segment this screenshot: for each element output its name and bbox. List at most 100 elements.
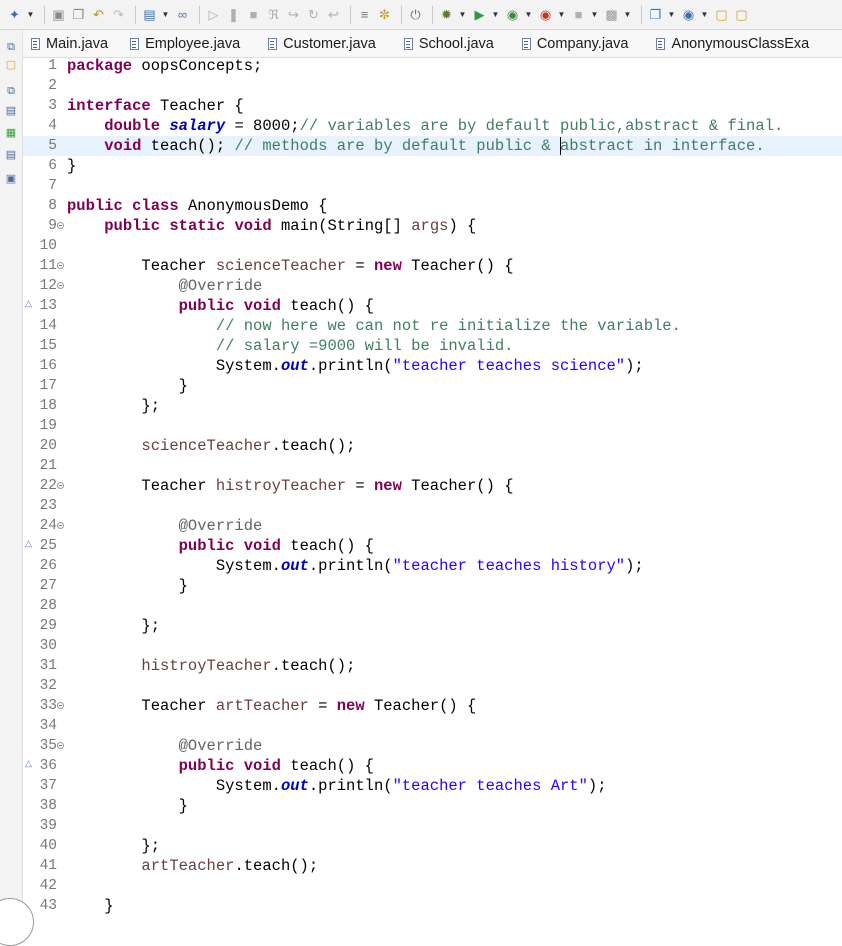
fold-toggle-icon[interactable] bbox=[57, 262, 64, 269]
code-line[interactable]: 43 } bbox=[23, 896, 842, 916]
tab-school-java[interactable]: School.java bbox=[390, 30, 508, 57]
debug-icon[interactable]: ✹ bbox=[438, 6, 455, 23]
tab-company-java[interactable]: Company.java bbox=[508, 30, 643, 57]
code-line[interactable]: 24 @Override bbox=[23, 516, 842, 536]
problems-icon[interactable]: ▤ bbox=[4, 148, 18, 162]
sts-icon[interactable]: ◉ bbox=[680, 6, 697, 23]
stop-icon[interactable]: ■ bbox=[570, 6, 587, 23]
code-line[interactable]: 35 @Override bbox=[23, 736, 842, 756]
code-line[interactable]: 11 Teacher scienceTeacher = new Teacher(… bbox=[23, 256, 842, 276]
run-icon[interactable]: ▶ bbox=[471, 6, 488, 23]
link-icon[interactable]: ∞ bbox=[174, 6, 191, 23]
code-line[interactable]: 21 bbox=[23, 456, 842, 476]
code-line[interactable]: 4 double salary = 8000;// variables are … bbox=[23, 116, 842, 136]
code-line[interactable]: 37 System.out.println("teacher teaches A… bbox=[23, 776, 842, 796]
code-editor[interactable]: 1 package oopsConcepts; 2 3 interface Teache… bbox=[23, 58, 842, 921]
step-return-icon[interactable]: ↩ bbox=[325, 6, 342, 23]
code-line[interactable]: 12 @Override bbox=[23, 276, 842, 296]
code-line[interactable]: 36 △ public void teach() { bbox=[23, 756, 842, 776]
open-type-icon[interactable]: ▢ bbox=[733, 6, 750, 23]
outline-icon[interactable]: ▤ bbox=[4, 104, 18, 118]
fold-toggle-icon[interactable] bbox=[57, 522, 64, 529]
suspend-icon[interactable]: ❚ bbox=[225, 6, 242, 23]
undo-icon[interactable]: ↶ bbox=[90, 6, 107, 23]
code-line[interactable]: 33 Teacher artTeacher = new Teacher() { bbox=[23, 696, 842, 716]
fold-toggle-icon[interactable] bbox=[57, 742, 64, 749]
code-line[interactable]: 8 public class AnonymousDemo { bbox=[23, 196, 842, 216]
fold-toggle-icon[interactable] bbox=[57, 282, 64, 289]
external-tools-dropdown-icon[interactable]: ▼ bbox=[557, 6, 566, 23]
resume-icon[interactable]: ▷ bbox=[205, 6, 222, 23]
code-line[interactable]: 3 interface Teacher { bbox=[23, 96, 842, 116]
tab-anonymousclassexa[interactable]: AnonymousClassExa bbox=[642, 30, 823, 57]
tab-main-java[interactable]: Main.java bbox=[23, 30, 116, 57]
package-explorer-icon[interactable]: ▢ bbox=[4, 58, 18, 72]
build-dropdown-icon[interactable]: ▼ bbox=[623, 6, 632, 23]
task-list-icon[interactable]: ▦ bbox=[4, 126, 18, 140]
code-line[interactable]: 17 } bbox=[23, 376, 842, 396]
code-line[interactable]: 5 void teach(); // methods are by defaul… bbox=[23, 136, 842, 156]
restore-icon[interactable]: ⧉ bbox=[4, 40, 18, 54]
use-step-filters-icon[interactable]: ≡ bbox=[356, 6, 373, 23]
console-icon[interactable]: ▤ bbox=[141, 6, 158, 23]
stop-dropdown-icon[interactable]: ▼ bbox=[590, 6, 599, 23]
code-line[interactable]: 18 }; bbox=[23, 396, 842, 416]
redo-icon[interactable]: ↷ bbox=[110, 6, 127, 23]
new-server-dropdown-icon[interactable]: ▼ bbox=[667, 6, 676, 23]
code-line[interactable]: 9 public static void main(String[] args)… bbox=[23, 216, 842, 236]
open-folder-icon[interactable]: ▢ bbox=[713, 6, 730, 23]
code-line[interactable]: 1 package oopsConcepts; bbox=[23, 58, 842, 76]
code-line[interactable]: 13 △ public void teach() { bbox=[23, 296, 842, 316]
console-view-icon[interactable]: ▣ bbox=[4, 172, 18, 186]
new-icon[interactable]: ✦ bbox=[6, 6, 23, 23]
code-line[interactable]: 34 bbox=[23, 716, 842, 736]
code-line[interactable]: 41 artTeacher.teach(); bbox=[23, 856, 842, 876]
external-tools-icon[interactable]: ◉ bbox=[537, 6, 554, 23]
code-line[interactable]: 42 bbox=[23, 876, 842, 896]
code-line[interactable]: 19 bbox=[23, 416, 842, 436]
skip-breakpoints-icon[interactable]: ✼ bbox=[376, 6, 393, 23]
code-line[interactable]: 22 Teacher histroyTeacher = new Teacher(… bbox=[23, 476, 842, 496]
save-all-icon[interactable]: ❐ bbox=[70, 6, 87, 23]
console-dropdown-icon[interactable]: ▼ bbox=[161, 6, 170, 23]
debug-dropdown-icon[interactable]: ▼ bbox=[458, 6, 467, 23]
sts-dropdown-icon[interactable]: ▼ bbox=[700, 6, 709, 23]
code-line[interactable]: 25 △ public void teach() { bbox=[23, 536, 842, 556]
code-line[interactable]: 27 } bbox=[23, 576, 842, 596]
tab-customer-java[interactable]: Customer.java bbox=[254, 30, 390, 57]
disconnect-icon[interactable]: ℜ bbox=[265, 6, 282, 23]
step-into-icon[interactable]: ↪ bbox=[285, 6, 302, 23]
code-line[interactable]: 29 }; bbox=[23, 616, 842, 636]
fold-toggle-icon[interactable] bbox=[57, 482, 64, 489]
code-line[interactable]: 31 histroyTeacher.teach(); bbox=[23, 656, 842, 676]
spring-boot-icon[interactable]: ⏻ bbox=[407, 6, 424, 23]
run-dropdown-icon[interactable]: ▼ bbox=[491, 6, 500, 23]
coverage-dropdown-icon[interactable]: ▼ bbox=[524, 6, 533, 23]
code-line[interactable]: 39 bbox=[23, 816, 842, 836]
build-icon[interactable]: ▩ bbox=[603, 6, 620, 23]
restore-icon[interactable]: ⧉ bbox=[4, 84, 18, 98]
code-line[interactable]: 28 bbox=[23, 596, 842, 616]
code-line[interactable]: 38 } bbox=[23, 796, 842, 816]
tab-employee-java[interactable]: Employee.java bbox=[116, 30, 254, 57]
code-line[interactable]: 2 bbox=[23, 76, 842, 96]
code-line[interactable]: 14 // now here we can not re initialize … bbox=[23, 316, 842, 336]
code-line[interactable]: 30 bbox=[23, 636, 842, 656]
code-line[interactable]: 6} bbox=[23, 156, 842, 176]
code-line[interactable]: 10 bbox=[23, 236, 842, 256]
new-server-icon[interactable]: ❐ bbox=[647, 6, 664, 23]
save-icon[interactable]: ▣ bbox=[50, 6, 67, 23]
code-line[interactable]: 26 System.out.println("teacher teaches h… bbox=[23, 556, 842, 576]
code-line[interactable]: 7 bbox=[23, 176, 842, 196]
coverage-icon[interactable]: ◉ bbox=[504, 6, 521, 23]
code-line[interactable]: 16 System.out.println("teacher teaches s… bbox=[23, 356, 842, 376]
fold-toggle-icon[interactable] bbox=[57, 222, 64, 229]
code-line[interactable]: 23 bbox=[23, 496, 842, 516]
terminate-icon[interactable]: ■ bbox=[245, 6, 262, 23]
code-line[interactable]: 15 // salary =9000 will be invalid. bbox=[23, 336, 842, 356]
code-line[interactable]: 20 scienceTeacher.teach(); bbox=[23, 436, 842, 456]
code-line[interactable]: 40 }; bbox=[23, 836, 842, 856]
step-over-icon[interactable]: ↻ bbox=[305, 6, 322, 23]
code-line[interactable]: 32 bbox=[23, 676, 842, 696]
new-dropdown-icon[interactable]: ▼ bbox=[26, 6, 35, 23]
